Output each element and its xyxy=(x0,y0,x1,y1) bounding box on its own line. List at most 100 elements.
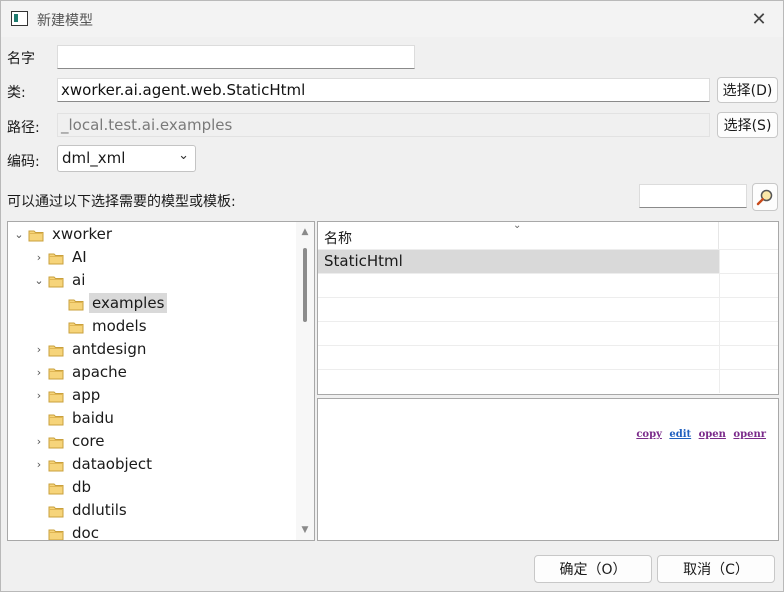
tree-item[interactable]: › app xyxy=(32,384,103,406)
tree-item[interactable]: models xyxy=(52,315,150,337)
chevron-right-icon[interactable]: › xyxy=(32,458,46,471)
folder-icon xyxy=(48,251,64,264)
template-table[interactable]: 名称 ⌄ StaticHtml xyxy=(317,221,779,395)
scroll-down-icon[interactable]: ▼ xyxy=(296,522,314,538)
table-row-extra-cell xyxy=(719,249,778,273)
edit-link[interactable]: edit xyxy=(669,429,691,440)
folder-icon xyxy=(48,481,64,494)
tree-item[interactable]: ⌄ ai xyxy=(32,269,88,291)
chevron-right-icon[interactable]: › xyxy=(32,389,46,402)
column-header-extra xyxy=(719,222,778,249)
tree-item[interactable]: › core xyxy=(32,430,108,452)
search-input[interactable] xyxy=(639,184,747,208)
tree-item-label: examples xyxy=(89,293,168,313)
table-row[interactable] xyxy=(318,369,719,393)
tree-item[interactable]: › AI xyxy=(32,246,90,268)
folder-icon xyxy=(68,320,84,333)
cancel-button[interactable]: 取消（C） xyxy=(657,555,775,583)
folder-icon xyxy=(48,389,64,402)
tree-item-label: ai xyxy=(72,271,86,289)
chevron-right-icon[interactable]: › xyxy=(32,251,46,264)
tree-item[interactable]: doc xyxy=(32,522,102,541)
tree-item-label: xworker xyxy=(52,225,113,243)
folder-icon xyxy=(48,458,64,471)
copy-link[interactable]: copy xyxy=(636,429,662,440)
tree-item[interactable]: ⌄ xworker xyxy=(12,223,115,245)
table-row[interactable] xyxy=(318,345,719,369)
encoding-label: 编码: xyxy=(7,154,40,170)
openr-link[interactable]: openr xyxy=(733,429,766,440)
table-row-extra-cell xyxy=(719,297,778,321)
select-class-button[interactable]: 选择(D) xyxy=(717,77,778,103)
title-bar: 新建模型 ✕ xyxy=(1,1,783,37)
encoding-value: dml_xml xyxy=(62,149,126,167)
tree-item[interactable]: › apache xyxy=(32,361,130,383)
action-links: copy edit open openr xyxy=(632,429,766,440)
table-row-extra-cell xyxy=(719,369,778,393)
chevron-down-icon[interactable]: ⌄ xyxy=(32,274,46,287)
sort-chevron-icon: ⌄ xyxy=(513,221,522,231)
tree-item-label: ddlutils xyxy=(72,501,127,519)
open-link[interactable]: open xyxy=(699,429,726,440)
new-model-dialog: 新建模型 ✕ 名字 类: xworker.ai.agent.web.Static… xyxy=(0,0,784,592)
table-row[interactable]: StaticHtml xyxy=(318,249,719,273)
folder-icon xyxy=(48,343,64,356)
encoding-select[interactable]: dml_xml ⌄ xyxy=(57,145,196,172)
tree-item-label: doc xyxy=(72,524,99,541)
tree-scrollbar[interactable]: ▲ ▼ xyxy=(296,222,314,540)
folder-icon xyxy=(48,435,64,448)
tree-item-label: antdesign xyxy=(72,340,147,358)
chevron-down-icon: ⌄ xyxy=(178,148,189,163)
tree-item[interactable]: examples xyxy=(52,292,168,314)
table-row[interactable] xyxy=(318,273,719,297)
folder-icon xyxy=(28,228,44,241)
table-row[interactable] xyxy=(318,297,719,321)
tree-item[interactable]: baidu xyxy=(32,407,117,429)
table-row-extra-cell xyxy=(719,273,778,297)
search-icon xyxy=(756,189,773,206)
chevron-right-icon[interactable]: › xyxy=(32,366,46,379)
tree-item[interactable]: › antdesign xyxy=(32,338,149,360)
table-row[interactable] xyxy=(318,321,719,345)
tree-item-label: core xyxy=(72,432,105,450)
tree-item-label: dataobject xyxy=(72,455,153,473)
path-input[interactable]: _local.test.ai.examples xyxy=(57,113,710,137)
chevron-down-icon[interactable]: ⌄ xyxy=(12,228,26,241)
tree-item[interactable]: ddlutils xyxy=(32,499,130,521)
folder-icon xyxy=(68,297,84,310)
scroll-thumb[interactable] xyxy=(303,248,307,322)
tree-item-label: AI xyxy=(72,248,87,266)
close-icon[interactable]: ✕ xyxy=(745,7,773,31)
tree-item-label: baidu xyxy=(72,409,114,427)
class-label: 类: xyxy=(7,85,26,101)
name-input[interactable] xyxy=(57,45,415,69)
tree-item[interactable]: › dataobject xyxy=(32,453,155,475)
template-hint: 可以通过以下选择需要的模型或模板: xyxy=(7,194,236,210)
search-button[interactable] xyxy=(752,183,778,211)
folder-icon xyxy=(48,412,64,425)
tree-item-label: db xyxy=(72,478,92,496)
chevron-right-icon[interactable]: › xyxy=(32,343,46,356)
app-window-icon xyxy=(11,11,28,26)
class-input[interactable]: xworker.ai.agent.web.StaticHtml xyxy=(57,78,710,102)
tree-item-label: app xyxy=(72,386,101,404)
tree-item-label: apache xyxy=(72,363,127,381)
tree-item-label: models xyxy=(92,317,147,335)
folder-icon xyxy=(48,366,64,379)
table-row-extra-cell xyxy=(719,345,778,369)
path-label: 路径: xyxy=(7,120,40,136)
column-header-name[interactable]: 名称 ⌄ xyxy=(318,222,719,249)
window-title: 新建模型 xyxy=(37,13,93,29)
scroll-up-icon[interactable]: ▲ xyxy=(296,224,314,240)
description-panel: copy edit open openr xyxy=(317,398,779,541)
model-tree[interactable]: ⌄ xworker › AI ⌄ ai examples models › antdesign › a… xyxy=(7,221,315,541)
folder-icon xyxy=(48,504,64,517)
select-path-button[interactable]: 选择(S) xyxy=(717,112,778,138)
ok-button[interactable]: 确定（O） xyxy=(534,555,652,583)
folder-icon xyxy=(48,274,64,287)
name-label: 名字 xyxy=(7,51,35,67)
chevron-right-icon[interactable]: › xyxy=(32,435,46,448)
folder-icon xyxy=(48,527,64,540)
table-row-extra-cell xyxy=(719,321,778,345)
tree-item[interactable]: db xyxy=(32,476,94,498)
